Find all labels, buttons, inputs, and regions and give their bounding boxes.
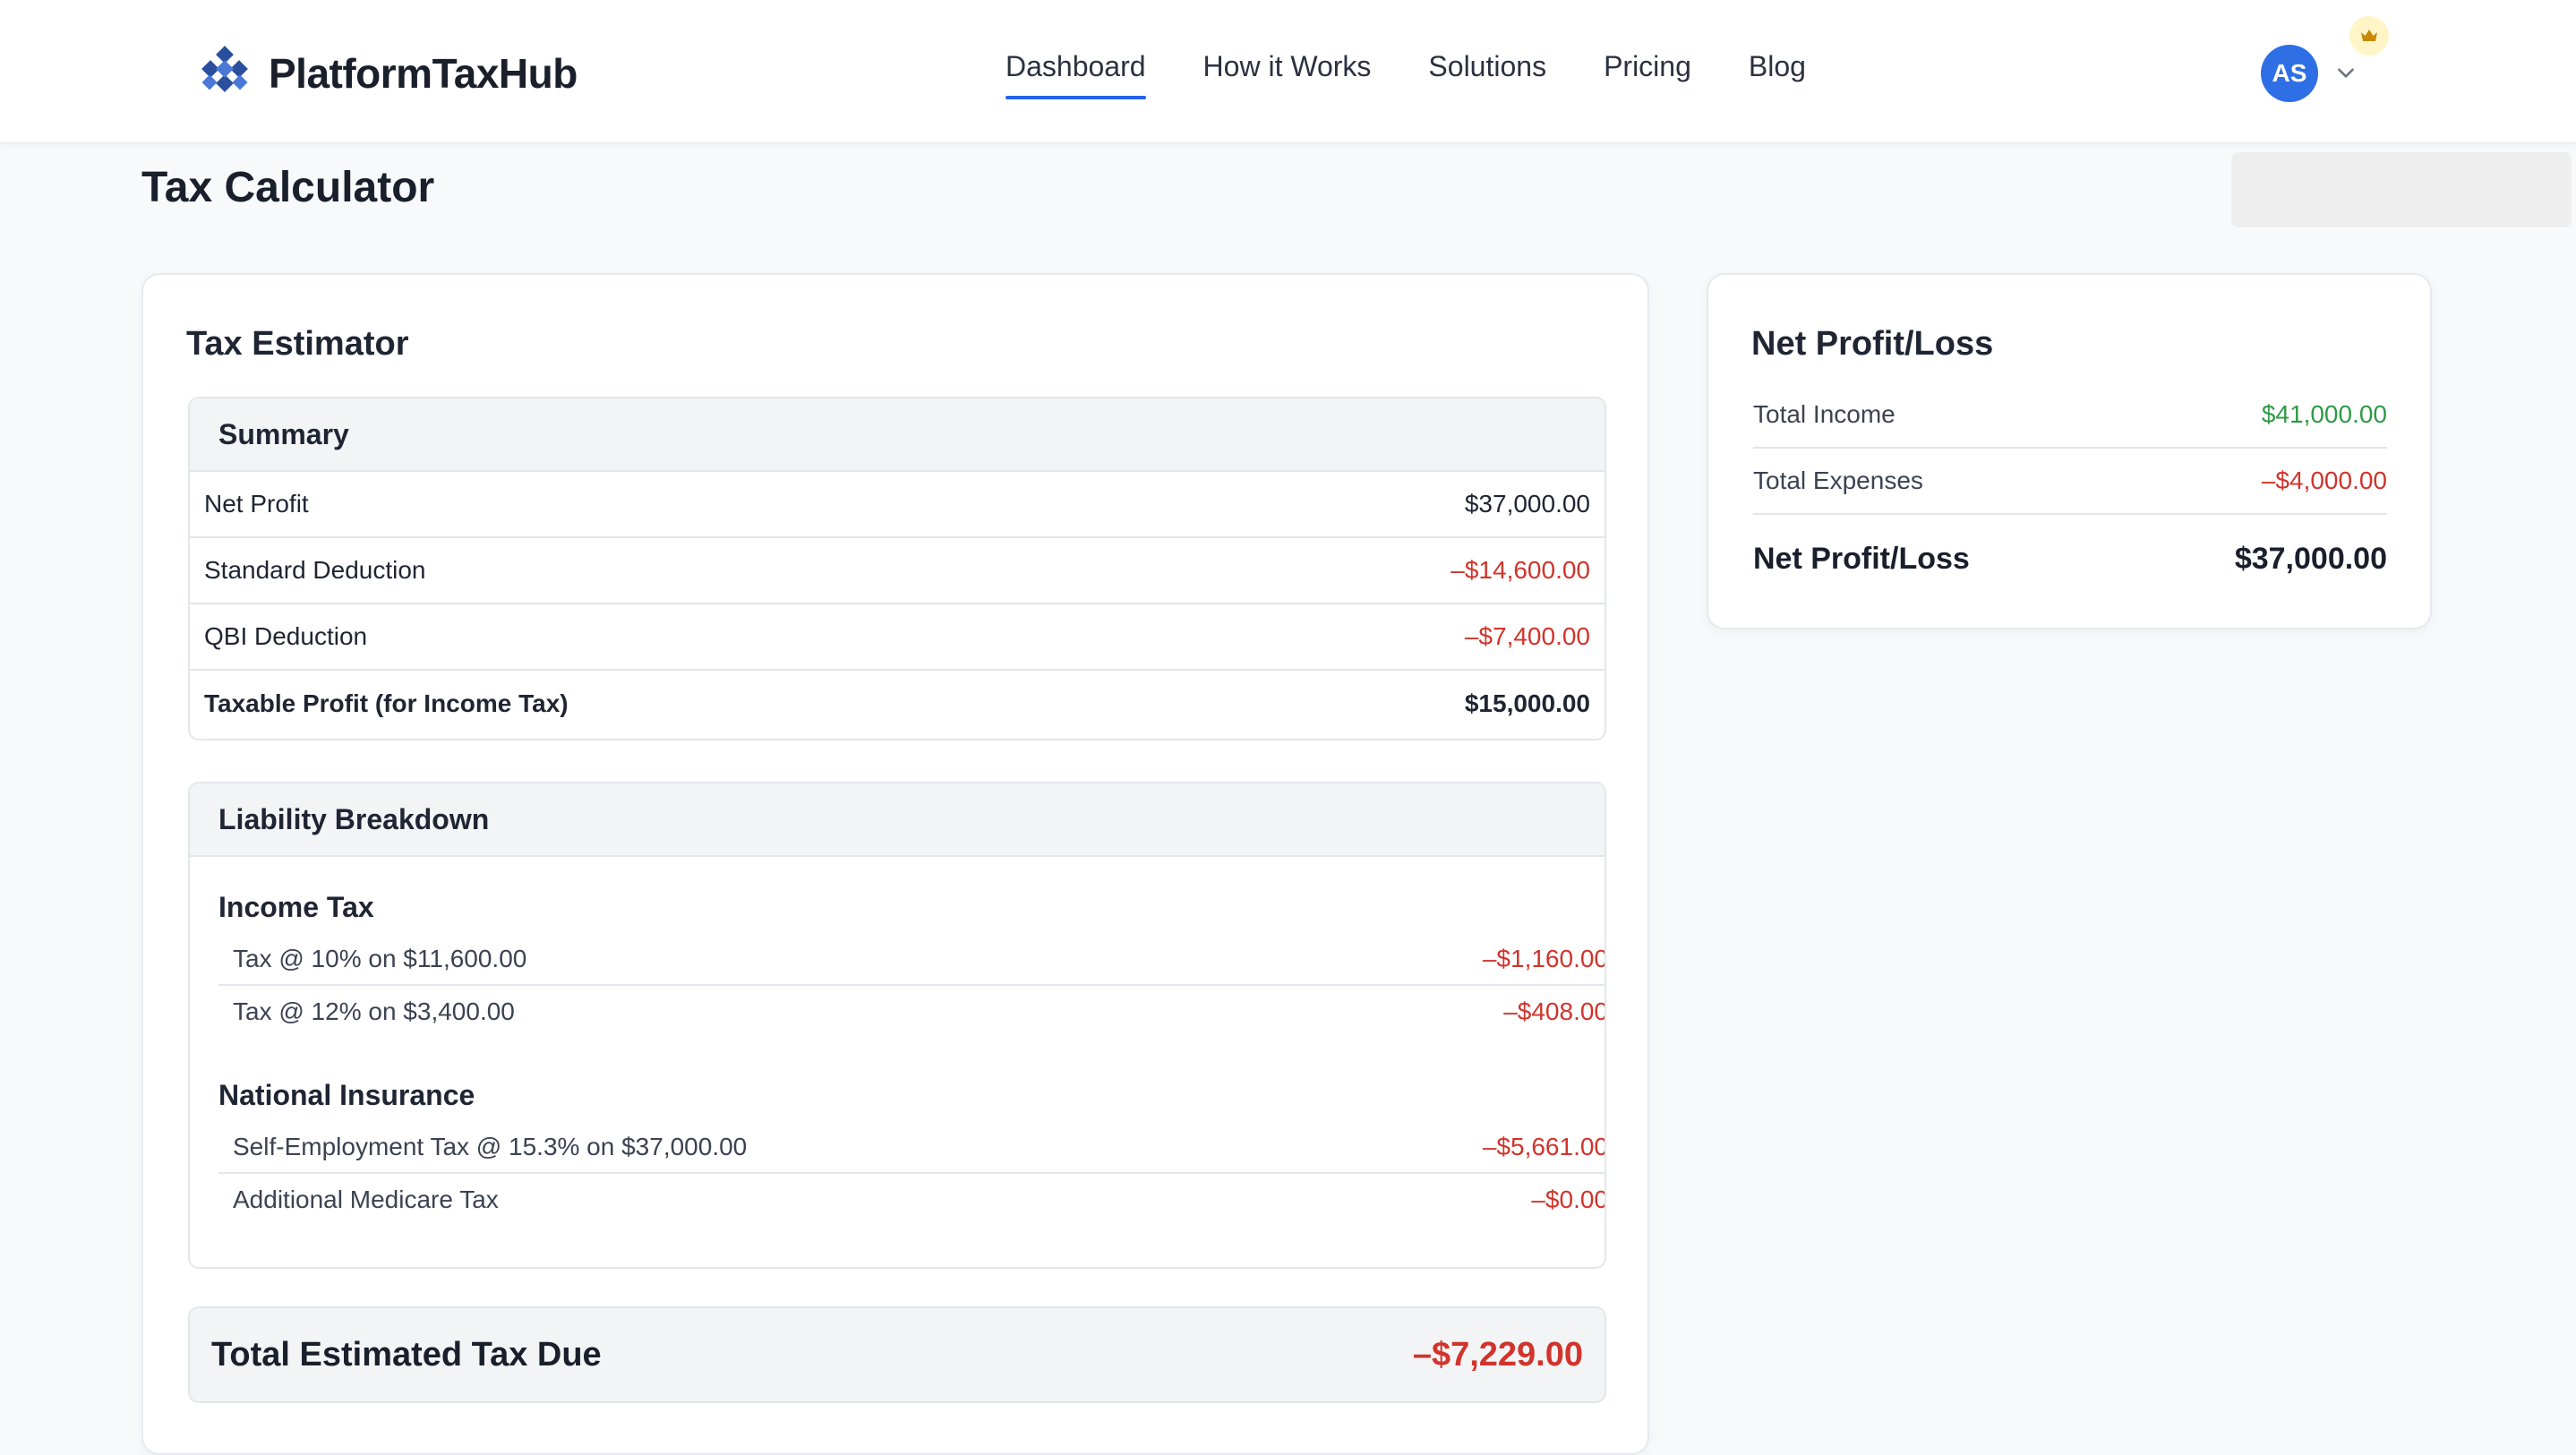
nav-blog[interactable]: Blog xyxy=(1749,50,1806,83)
row-value: $37,000.00 xyxy=(2234,541,2387,576)
total-tax-due: Total Estimated Tax Due –$7,229.00 xyxy=(188,1306,1606,1403)
brand-name: PlatformTaxHub xyxy=(269,50,578,97)
income-tax-row: Tax @ 10% on $11,600.00 –$1,160.00 xyxy=(218,934,1606,986)
summary-row: Net Profit $37,000.00 xyxy=(190,472,1605,538)
row-label: Net Profit xyxy=(204,490,309,518)
row-value: –$14,600.00 xyxy=(1451,556,1590,584)
summary-heading: Summary xyxy=(190,398,1605,472)
summary-row: QBI Deduction –$7,400.00 xyxy=(190,604,1605,671)
diamond-grid-logo-icon xyxy=(201,46,248,92)
crown-badge xyxy=(2349,16,2389,56)
row-label: Standard Deduction xyxy=(204,556,426,584)
crown-icon xyxy=(2361,30,2377,41)
row-label: Total Income xyxy=(1753,400,1896,428)
liability-panel: Liability Breakdown Income Tax Tax @ 10%… xyxy=(188,782,1606,1269)
row-value: –$5,661.00 xyxy=(1482,1133,1606,1160)
row-value: –$0.00 xyxy=(1531,1185,1606,1213)
row-value: –$408.00 xyxy=(1503,997,1606,1025)
row-label: Additional Medicare Tax xyxy=(233,1185,499,1213)
row-label: Tax @ 12% on $3,400.00 xyxy=(233,997,515,1025)
row-value: –$1,160.00 xyxy=(1482,945,1606,972)
loading-placeholder xyxy=(2231,152,2572,227)
liability-heading: Liability Breakdown xyxy=(190,783,1605,857)
row-label: Taxable Profit (for Income Tax) xyxy=(204,689,569,717)
row-value: –$7,400.00 xyxy=(1464,622,1590,650)
row-value: –$4,000.00 xyxy=(2261,466,2387,494)
summary-row-taxable: Taxable Profit (for Income Tax) $15,000.… xyxy=(190,671,1605,737)
row-label: Self-Employment Tax @ 15.3% on $37,000.0… xyxy=(233,1133,748,1160)
main-nav: Dashboard How it Works Solutions Pricing… xyxy=(1006,50,1863,99)
row-value: $15,000.00 xyxy=(1464,689,1590,717)
row-label: Net Profit/Loss xyxy=(1753,541,1970,576)
national-insurance-row: Self-Employment Tax @ 15.3% on $37,000.0… xyxy=(218,1122,1606,1174)
page-title: Tax Calculator xyxy=(141,164,435,211)
chevron-down-icon[interactable] xyxy=(2334,61,2358,84)
row-label: Tax @ 10% on $11,600.00 xyxy=(233,945,527,972)
summary-row: Standard Deduction –$14,600.00 xyxy=(190,538,1605,604)
net-profit-card: Net Profit/Loss Total Income $41,000.00 … xyxy=(1707,273,2432,629)
net-profit-row: Total Income $41,000.00 xyxy=(1753,382,2387,449)
net-profit-title: Net Profit/Loss xyxy=(1751,325,1994,363)
brand-logo[interactable]: PlatformTaxHub xyxy=(195,43,578,104)
nav-solutions[interactable]: Solutions xyxy=(1428,50,1546,83)
row-value: $41,000.00 xyxy=(2261,400,2387,428)
net-profit-row: Total Expenses –$4,000.00 xyxy=(1753,449,2387,515)
tax-estimator-card: Tax Estimator Summary Net Profit $37,000… xyxy=(141,273,1649,1455)
net-profit-total-row: Net Profit/Loss $37,000.00 xyxy=(1753,526,2387,592)
nav-dashboard[interactable]: Dashboard xyxy=(1006,50,1146,99)
row-label: QBI Deduction xyxy=(204,622,368,650)
national-insurance-row: Additional Medicare Tax –$0.00 xyxy=(218,1174,1606,1226)
total-tax-value: –$7,229.00 xyxy=(1412,1335,1583,1374)
income-tax-title: Income Tax xyxy=(218,891,374,923)
nav-how-it-works[interactable]: How it Works xyxy=(1203,50,1372,83)
tax-estimator-title: Tax Estimator xyxy=(186,325,409,363)
national-insurance-title: National Insurance xyxy=(218,1079,475,1111)
income-tax-row: Tax @ 12% on $3,400.00 –$408.00 xyxy=(218,986,1606,1038)
total-tax-label: Total Estimated Tax Due xyxy=(211,1335,602,1374)
top-navbar: PlatformTaxHub Dashboard How it Works So… xyxy=(0,0,2576,144)
row-label: Total Expenses xyxy=(1753,466,1923,494)
nav-pricing[interactable]: Pricing xyxy=(1604,50,1691,83)
row-value: $37,000.00 xyxy=(1464,490,1590,518)
summary-panel: Summary Net Profit $37,000.00 Standard D… xyxy=(188,397,1606,740)
user-avatar[interactable]: AS xyxy=(2261,45,2318,102)
